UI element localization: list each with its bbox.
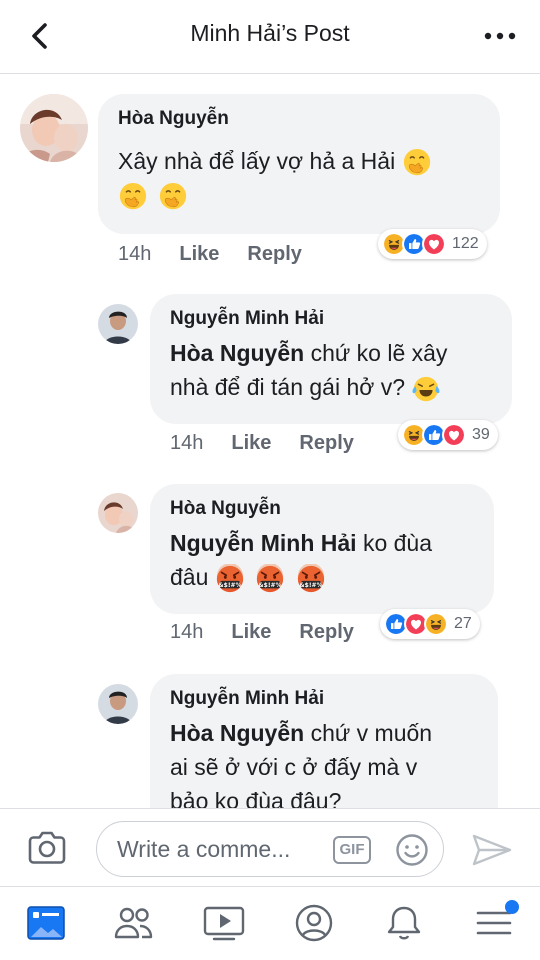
comment-text: Nguyễn Minh Hải ko đùa [170, 526, 474, 560]
top-bar: Minh Hải’s Post [0, 0, 540, 74]
comment-text: Hòa Nguyễn chứ ko lẽ xây [170, 336, 492, 370]
like-button[interactable]: Like [179, 243, 219, 266]
mention-link[interactable]: Nguyễn Minh Hải [170, 530, 357, 556]
comment-body: chứ ko lẽ xây [304, 340, 448, 366]
avatar[interactable] [20, 94, 88, 162]
haha-reaction-icon [424, 612, 448, 636]
face-with-symbols-on-mouth-icon [215, 564, 245, 594]
comment-body: Xây nhà để lấy vợ hả a Hải [118, 148, 396, 174]
like-button[interactable]: Like [231, 432, 271, 455]
comment-bubble[interactable]: Hòa Nguyễn Xây nhà để lấy vợ hả a Hải [98, 94, 500, 234]
camera-icon[interactable] [26, 829, 68, 867]
like-button[interactable]: Like [231, 621, 271, 644]
comment-text: nhà để đi tán gái hở v? [170, 370, 492, 404]
comment-body: ai sẽ ở với c ở đấy mà v [170, 754, 418, 780]
comment-meta: 14h Like Reply [170, 618, 382, 646]
comment-body: chứ v muốn [304, 720, 433, 746]
reply-button[interactable]: Reply [247, 243, 301, 266]
mention-link[interactable]: Hòa Nguyễn [170, 720, 304, 746]
comment-input[interactable] [117, 832, 327, 866]
reaction-summary[interactable]: 39 [398, 420, 498, 450]
mention-link[interactable]: Hòa Nguyễn [170, 340, 304, 366]
love-reaction-icon [422, 232, 446, 256]
news-feed-icon[interactable] [24, 903, 68, 943]
reaction-count: 39 [472, 426, 490, 443]
comment-text: Xây nhà để lấy vợ hả a Hải [118, 144, 480, 178]
face-with-hand-over-mouth-icon [158, 182, 188, 212]
reaction-summary[interactable]: 27 [380, 609, 480, 639]
avatar[interactable] [98, 684, 138, 724]
notifications-icon[interactable] [382, 903, 426, 943]
smiley-icon[interactable] [395, 833, 429, 867]
user-photo-icon [20, 94, 88, 162]
more-horizontal-icon[interactable] [482, 22, 518, 50]
comment-bubble[interactable]: Nguyễn Minh Hải Hòa Nguyễn chứ ko lẽ xây… [150, 294, 512, 424]
comment-author[interactable]: Hòa Nguyễn [118, 106, 480, 132]
face-with-hand-over-mouth-icon [402, 148, 432, 178]
reply-button[interactable]: Reply [299, 621, 353, 644]
comment-meta: 14h Like Reply [170, 429, 382, 457]
comment-body: đâu [170, 564, 209, 590]
comment-author[interactable]: Nguyễn Minh Hải [170, 306, 492, 332]
bottom-navigation [0, 886, 540, 960]
gif-button[interactable]: GIF [333, 836, 371, 864]
comment-time[interactable]: 14h [170, 432, 203, 455]
comment-body: nhà để đi tán gái hở v? [170, 374, 406, 400]
watch-icon[interactable] [202, 903, 246, 943]
comment-author[interactable]: Hòa Nguyễn [170, 496, 474, 522]
tears-of-joy-icon [411, 374, 441, 404]
comment-bubble[interactable]: Hòa Nguyễn Nguyễn Minh Hải ko đùa đâu [150, 484, 494, 614]
reaction-count: 122 [452, 235, 479, 252]
face-with-symbols-on-mouth-icon [255, 564, 285, 594]
comment-text: Hòa Nguyễn chứ v muốn [170, 716, 478, 750]
friends-icon[interactable] [112, 903, 156, 943]
user-photo-icon [98, 493, 138, 533]
avatar[interactable] [98, 493, 138, 533]
comment-text: đâu [170, 560, 474, 594]
reaction-summary[interactable]: 122 [378, 229, 487, 259]
send-icon[interactable] [470, 832, 514, 868]
avatar[interactable] [98, 304, 138, 344]
page-title: Minh Hải’s Post [190, 20, 350, 46]
comment-body: ko đùa [356, 530, 433, 556]
comment-input-box[interactable]: GIF [96, 821, 444, 877]
comment-emoji-line [118, 178, 480, 212]
comment-composer: GIF [0, 808, 540, 886]
comment-meta: 14h Like Reply [118, 240, 330, 268]
reaction-count: 27 [454, 615, 472, 632]
face-with-symbols-on-mouth-icon [296, 564, 326, 594]
comment-text: ai sẽ ở với c ở đấy mà v [170, 750, 478, 784]
notification-dot-icon [505, 900, 519, 914]
comment-author[interactable]: Nguyễn Minh Hải [170, 686, 478, 712]
profile-icon[interactable] [292, 903, 336, 943]
user-photo-icon [98, 684, 138, 724]
face-with-hand-over-mouth-icon [118, 182, 148, 212]
love-reaction-icon [442, 423, 466, 447]
comment-time[interactable]: 14h [170, 621, 203, 644]
user-photo-icon [98, 304, 138, 344]
reply-button[interactable]: Reply [299, 432, 353, 455]
comment-time[interactable]: 14h [118, 243, 151, 266]
